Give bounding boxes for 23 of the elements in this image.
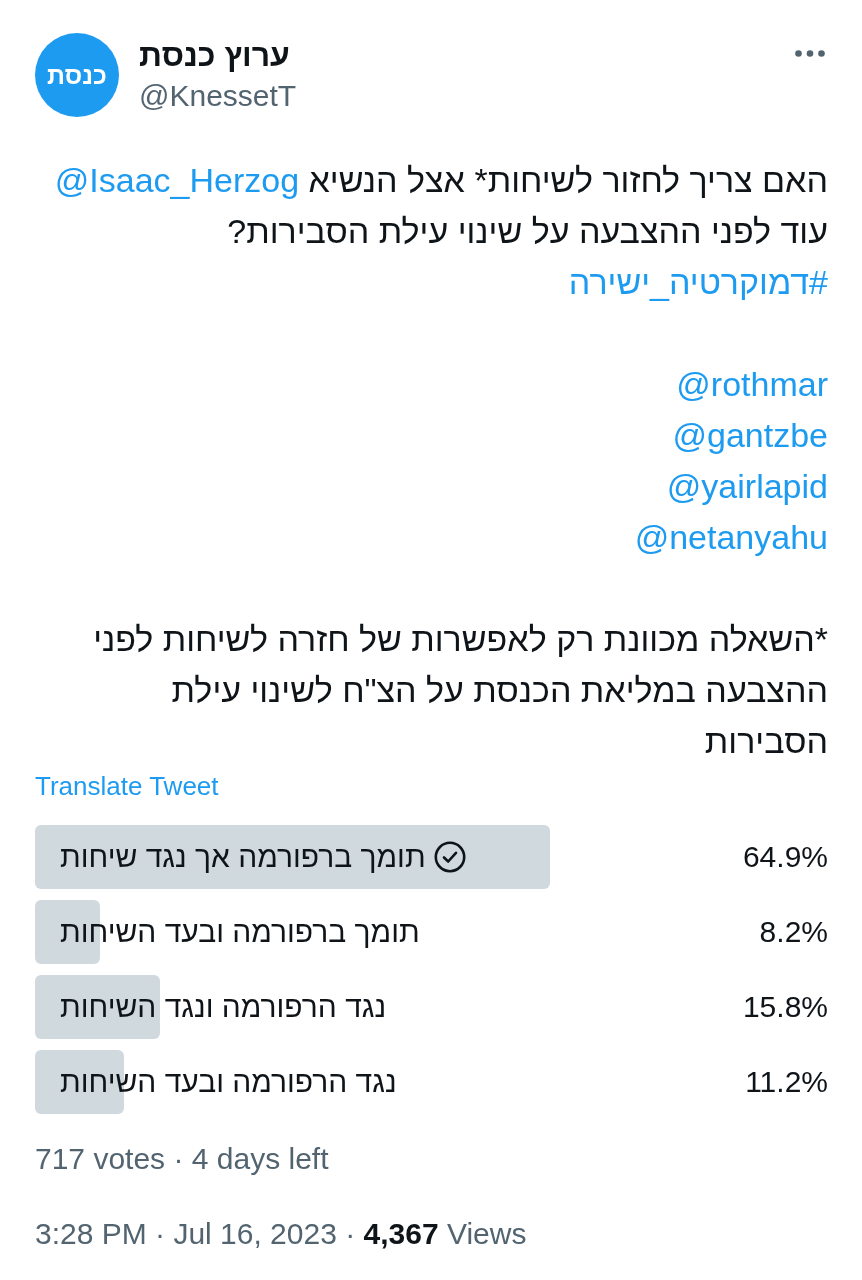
mention-link[interactable]: @Isaac_Herzog xyxy=(54,161,300,199)
poll-percentage: 64.9% xyxy=(742,839,828,875)
poll-option-label: נגד הרפורמה ונגד השיחות xyxy=(60,989,387,1025)
username: @KnessetT xyxy=(139,78,297,114)
poll-option-label: תומך ברפורמה אך נגד שיחות xyxy=(60,839,426,875)
tweet-text: *השאלה מכוונת רק לאפשרות של חזרה לשיחות לפני ההצבעה במליאת הכנסת על הצ"ח לשינוי עילת הסבירות xyxy=(92,619,828,762)
mention-link[interactable]: @netanyahu xyxy=(634,518,828,556)
poll-percentage: 8.2% xyxy=(759,914,828,950)
translate-link[interactable]: Translate Tweet xyxy=(35,770,219,802)
logo-text: כנסת xyxy=(47,60,107,90)
tweet-timestamp: 3:28 PM · Jul 16, 2023 · 4,367 Views xyxy=(35,1216,527,1252)
poll-percentage: 15.8% xyxy=(742,989,828,1025)
poll-summary: 717 votes · 4 days left xyxy=(35,1141,329,1177)
poll-option-label: תומך ברפורמה ובעד השיחות xyxy=(60,914,420,950)
mention-link[interactable]: @gantzbe xyxy=(672,416,828,454)
mention-link[interactable]: @yairlapid xyxy=(666,467,828,505)
hashtag-link[interactable]: #דמוקרטיה_ישירה xyxy=(568,263,828,301)
more-icon[interactable] xyxy=(795,50,825,57)
check-circle-icon xyxy=(433,841,466,873)
poll-percentage: 11.2% xyxy=(745,1064,828,1100)
poll-option-label: נגד הרפורמה ובעד השיחות xyxy=(60,1064,397,1100)
mention-link[interactable]: @rothmar xyxy=(676,365,828,403)
display-name: ערוץ כנסת xyxy=(139,36,290,74)
